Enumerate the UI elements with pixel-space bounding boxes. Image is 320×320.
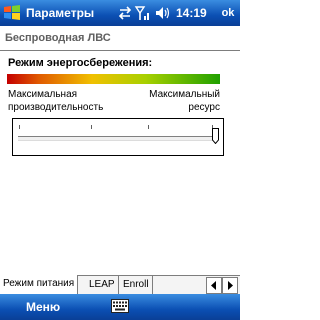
max-battery-line2: ресурс [188, 102, 220, 113]
signal-icon[interactable] [134, 6, 149, 20]
max-battery-label: Максимальный ресурс [146, 88, 220, 114]
title-bar: Параметры 14:19 ok [0, 0, 240, 26]
volume-icon[interactable] [156, 7, 170, 19]
tab-bar: Режим питания LEAP Enroll [0, 275, 240, 295]
max-performance-line1: Максимальная [8, 89, 78, 100]
connectivity-icon[interactable] [118, 6, 132, 20]
windows-start-icon[interactable] [3, 4, 21, 22]
status-icons[interactable] [118, 4, 174, 22]
section-title: Беспроводная ЛВС [5, 32, 111, 44]
slider-tick [148, 125, 149, 129]
clock[interactable]: 14:19 [176, 6, 207, 20]
power-mode-heading: Режим энергосбережения: [8, 57, 153, 69]
chevron-left-icon [211, 281, 216, 290]
keyboard-icon[interactable] [111, 299, 129, 313]
window-title: Параметры [26, 6, 95, 20]
menu-button[interactable]: Меню [26, 300, 60, 314]
tab-leap[interactable]: LEAP [86, 276, 119, 294]
tab-scroll-left-button[interactable] [206, 277, 222, 294]
tab-enroll[interactable]: Enroll [120, 276, 153, 294]
section-header: Беспроводная ЛВС [0, 26, 240, 51]
tab-power-mode[interactable]: Режим питания [0, 275, 79, 294]
slider-thumb[interactable] [212, 128, 219, 144]
power-gradient-bar [7, 74, 220, 84]
max-performance-label: Максимальная производительность [8, 88, 103, 114]
max-performance-line2: производительность [8, 102, 104, 113]
chevron-right-icon [228, 281, 233, 290]
slider-tick [91, 125, 92, 129]
max-battery-line1: Максимальный [149, 89, 220, 100]
power-slider[interactable] [12, 118, 224, 156]
tab-scroll-right-button[interactable] [222, 277, 238, 294]
slider-track[interactable] [18, 136, 214, 141]
slider-tick [19, 125, 20, 129]
ok-button[interactable]: ok [218, 5, 238, 21]
menu-bar: Меню [0, 294, 240, 320]
